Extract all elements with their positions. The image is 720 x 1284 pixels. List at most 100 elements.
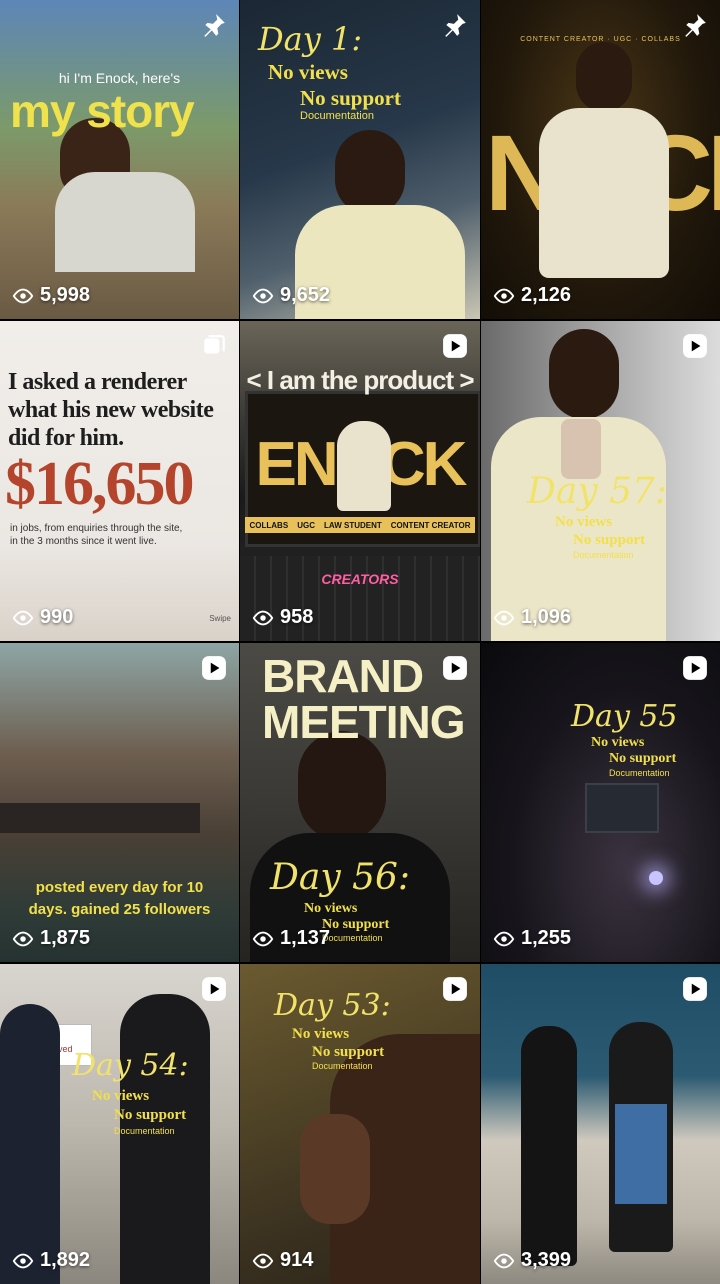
tag: COLLABS: [249, 520, 289, 530]
eye-icon: [493, 610, 515, 625]
post-caption: No views: [92, 1088, 150, 1104]
post-tile[interactable]: CONTENT CREATOR · UGC · COLLABS NOCK 2,1…: [481, 0, 720, 319]
post-tile[interactable]: hi I'm Enock, here's my story 5,998: [0, 0, 239, 319]
post-caption: No views: [555, 514, 613, 530]
post-tile[interactable]: Day 53: No views No support Documentatio…: [240, 964, 480, 1284]
post-title: Day 53:: [274, 988, 391, 1023]
post-caption: posted every day for 10: [35, 879, 204, 896]
view-count-value: 990: [40, 606, 74, 628]
sticker-text: CREATORS: [321, 571, 399, 587]
tag: CONTENT CREATOR: [390, 520, 471, 530]
post-title: Day 57:: [527, 471, 668, 512]
eye-icon: [12, 931, 34, 946]
reel-icon: [683, 977, 707, 1001]
eye-icon: [252, 1253, 274, 1268]
monitor: [585, 783, 659, 833]
post-title: MEETING: [262, 696, 466, 748]
eye-icon: [252, 288, 274, 303]
eye-icon: [12, 288, 34, 303]
post-caption: No support: [322, 917, 390, 932]
person-jeans: [615, 1104, 667, 1204]
eye-icon: [12, 1253, 34, 1268]
reel-icon: [202, 656, 226, 680]
tag-strip: COLLABS UGC LAW STUDENT CONTENT CREATOR: [245, 517, 475, 533]
person-left: [0, 1004, 60, 1284]
pin-icon: [685, 14, 706, 37]
post-title: Day 55: [571, 699, 678, 734]
lamp-light: [649, 871, 663, 885]
post-headline: what his new website: [8, 397, 214, 423]
view-count: 958: [252, 606, 313, 629]
post-caption: No support: [609, 751, 677, 766]
view-count: 3,399: [493, 1249, 571, 1272]
view-count-value: 1,892: [40, 1249, 91, 1271]
eye-icon: [493, 288, 515, 303]
post-caption: No views: [304, 901, 358, 916]
pin-icon: [445, 14, 466, 37]
post-amount: $16,650: [5, 450, 194, 518]
post-tile[interactable]: Day 55 No views No support Documentation…: [481, 643, 720, 962]
post-title: Day 54:: [72, 1048, 189, 1083]
post-caption: Documentation: [609, 768, 670, 778]
post-thumbnail: [481, 964, 720, 1284]
post-tile[interactable]: posted every day for 10 days. gained 25 …: [0, 643, 239, 962]
view-count-value: 1,255: [521, 927, 572, 949]
post-tile[interactable]: BRAND MEETING Day 56: No views No suppor…: [240, 643, 480, 962]
view-count-value: 1,137: [280, 927, 331, 949]
post-tile[interactable]: Day 57: No views No support Documentatio…: [481, 321, 720, 641]
view-count-value: 3,399: [521, 1249, 572, 1271]
post-tile[interactable]: I asked a renderer what his new website …: [0, 321, 239, 641]
post-caption: No views: [292, 1026, 350, 1042]
post-caption: Documentation: [322, 933, 383, 943]
person-right: [120, 994, 210, 1284]
post-caption: Documentation: [573, 550, 634, 560]
reel-icon: [443, 334, 467, 358]
post-tile[interactable]: < I am the product > ENOCK COLLABS UGC L…: [240, 321, 480, 641]
person-shirt: [337, 421, 391, 511]
post-caption: No support: [300, 86, 401, 110]
tag: UGC: [297, 520, 315, 530]
post-title: my story: [10, 85, 195, 137]
swipe-label: Swipe: [209, 614, 231, 623]
view-count: 9,652: [252, 284, 330, 307]
post-caption: Documentation: [300, 110, 374, 122]
eye-icon: [493, 1253, 515, 1268]
carousel-icon: [204, 335, 225, 354]
view-count-value: 2,126: [521, 284, 572, 306]
reel-icon: [443, 656, 467, 680]
post-title: Day 1:: [258, 20, 363, 58]
table: [0, 803, 200, 833]
view-count-value: 1,096: [521, 606, 572, 628]
post-caption: No views: [268, 60, 348, 84]
post-caption: Documentation: [312, 1061, 373, 1071]
person-shirt: [55, 172, 195, 272]
view-count: 914: [252, 1249, 313, 1272]
reel-icon: [443, 977, 467, 1001]
post-caption: in the 3 months since it went live.: [10, 536, 157, 547]
post-caption: No support: [312, 1044, 385, 1060]
phone: [561, 419, 601, 479]
eye-icon: [252, 610, 274, 625]
post-headline: I asked a renderer: [8, 369, 187, 395]
view-count: 2,126: [493, 284, 571, 307]
post-caption: No views: [591, 735, 645, 750]
post-caption: days. gained 25 followers: [28, 901, 211, 918]
person-left: [521, 1026, 577, 1266]
post-caption: Documentation: [114, 1126, 175, 1136]
post-title: < I am the product >: [246, 365, 474, 395]
tag: LAW STUDENT: [323, 520, 382, 530]
person-head: [549, 329, 619, 419]
eye-icon: [252, 931, 274, 946]
eye-icon: [493, 931, 515, 946]
view-count-value: 5,998: [40, 284, 91, 306]
eye-icon: [12, 610, 34, 625]
post-tile[interactable]: Day 1: No views No support Documentation…: [240, 0, 480, 319]
post-tile[interactable]: 3,399: [481, 964, 720, 1284]
post-tile[interactable]: Reserved Day 54: No views No support Doc…: [0, 964, 239, 1284]
view-count-value: 9,652: [280, 284, 331, 306]
view-count-value: 1,875: [40, 927, 91, 949]
person-head: [576, 42, 632, 112]
post-headline: did for him.: [8, 425, 124, 451]
pin-icon: [204, 14, 225, 37]
post-caption: No support: [573, 532, 646, 548]
